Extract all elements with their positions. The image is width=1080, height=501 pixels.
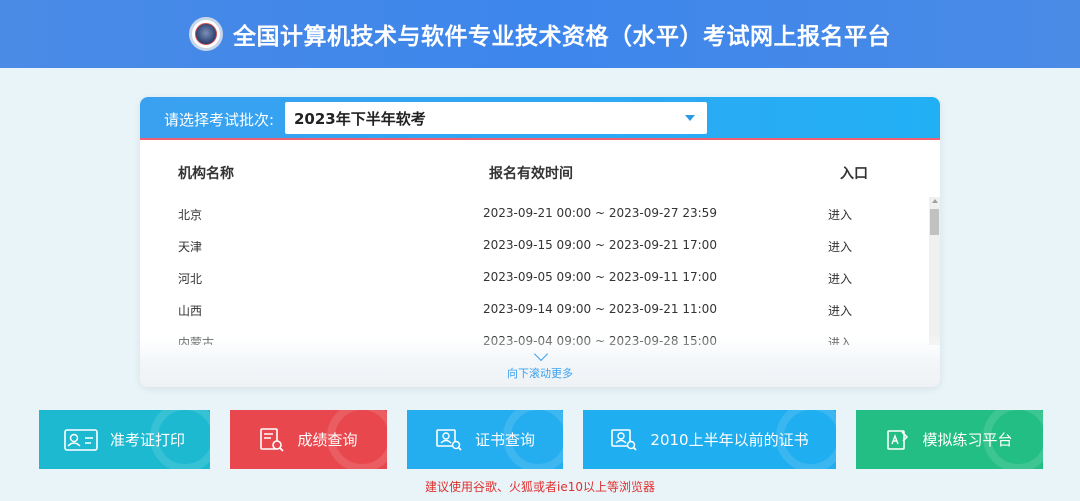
org-list[interactable]: 北京 2023-09-21 00:00 ~ 2023-09-27 23:59 进… (140, 197, 940, 345)
valid-time: 2023-09-15 09:00 ~ 2023-09-21 17:00 (483, 238, 717, 252)
exam-logo-icon (189, 17, 223, 51)
valid-time: 2023-09-14 09:00 ~ 2023-09-21 11:00 (483, 302, 717, 316)
header-bar: 全国计算机技术与软件专业技术资格（水平）考试网上报名平台 (0, 0, 1080, 68)
column-header-entry: 入口 (840, 166, 868, 182)
scroll-up-arrow-icon[interactable] (932, 199, 938, 203)
edit-document-icon (886, 428, 910, 452)
chevron-down-icon (685, 115, 695, 121)
batch-select[interactable]: 2023年下半年软考 (285, 102, 707, 134)
valid-time: 2023-09-05 09:00 ~ 2023-09-11 17:00 (483, 270, 717, 284)
org-name: 河北 (178, 272, 203, 286)
list-scrollbar[interactable] (929, 197, 940, 345)
batch-label: 请选择考试批次: (164, 111, 275, 129)
scrollbar-thumb[interactable] (930, 209, 939, 235)
valid-time: 2023-09-21 00:00 ~ 2023-09-27 23:59 (483, 206, 717, 220)
certificate-search-icon (610, 428, 638, 452)
score-query-button[interactable]: 成绩查询 (230, 410, 387, 469)
enter-link[interactable]: 进入 (828, 238, 852, 255)
table-row: 河北 2023-09-05 09:00 ~ 2023-09-11 17:00 进… (140, 261, 930, 293)
enter-link[interactable]: 进入 (828, 206, 852, 223)
admit-card-print-button[interactable]: 准考证打印 (39, 410, 210, 469)
table-row: 天津 2023-09-15 09:00 ~ 2023-09-21 17:00 进… (140, 229, 930, 261)
page-title: 全国计算机技术与软件专业技术资格（水平）考试网上报名平台 (233, 24, 891, 50)
org-name: 山西 (178, 304, 203, 318)
registration-card: 请选择考试批次: 2023年下半年软考 机构名称 报名有效时间 入口 北京 20… (140, 97, 940, 387)
enter-link[interactable]: 进入 (828, 270, 852, 287)
document-search-icon (259, 427, 285, 453)
id-card-icon (64, 428, 98, 451)
org-name: 北京 (178, 208, 203, 222)
pre-2010-certificate-button[interactable]: 2010上半年以前的证书 (583, 410, 836, 469)
scroll-more-hint: 向下滚动更多 (507, 367, 573, 380)
batch-selector-bar: 请选择考试批次: 2023年下半年软考 (140, 97, 940, 140)
batch-select-value: 2023年下半年软考 (294, 109, 426, 128)
enter-link[interactable]: 进入 (828, 302, 852, 319)
table-row: 北京 2023-09-21 00:00 ~ 2023-09-27 23:59 进… (140, 197, 930, 229)
mock-practice-button[interactable]: 模拟练习平台 (856, 410, 1043, 469)
org-name: 天津 (178, 240, 203, 254)
browser-tip: 建议使用谷歌、火狐或者ie10以上等浏览器 (425, 480, 655, 494)
certificate-search-icon (435, 428, 463, 452)
certificate-query-button[interactable]: 证书查询 (407, 410, 563, 469)
column-header-org: 机构名称 (178, 166, 234, 182)
column-header-time: 报名有效时间 (489, 166, 573, 182)
table-row: 山西 2023-09-14 09:00 ~ 2023-09-21 11:00 进… (140, 293, 930, 325)
